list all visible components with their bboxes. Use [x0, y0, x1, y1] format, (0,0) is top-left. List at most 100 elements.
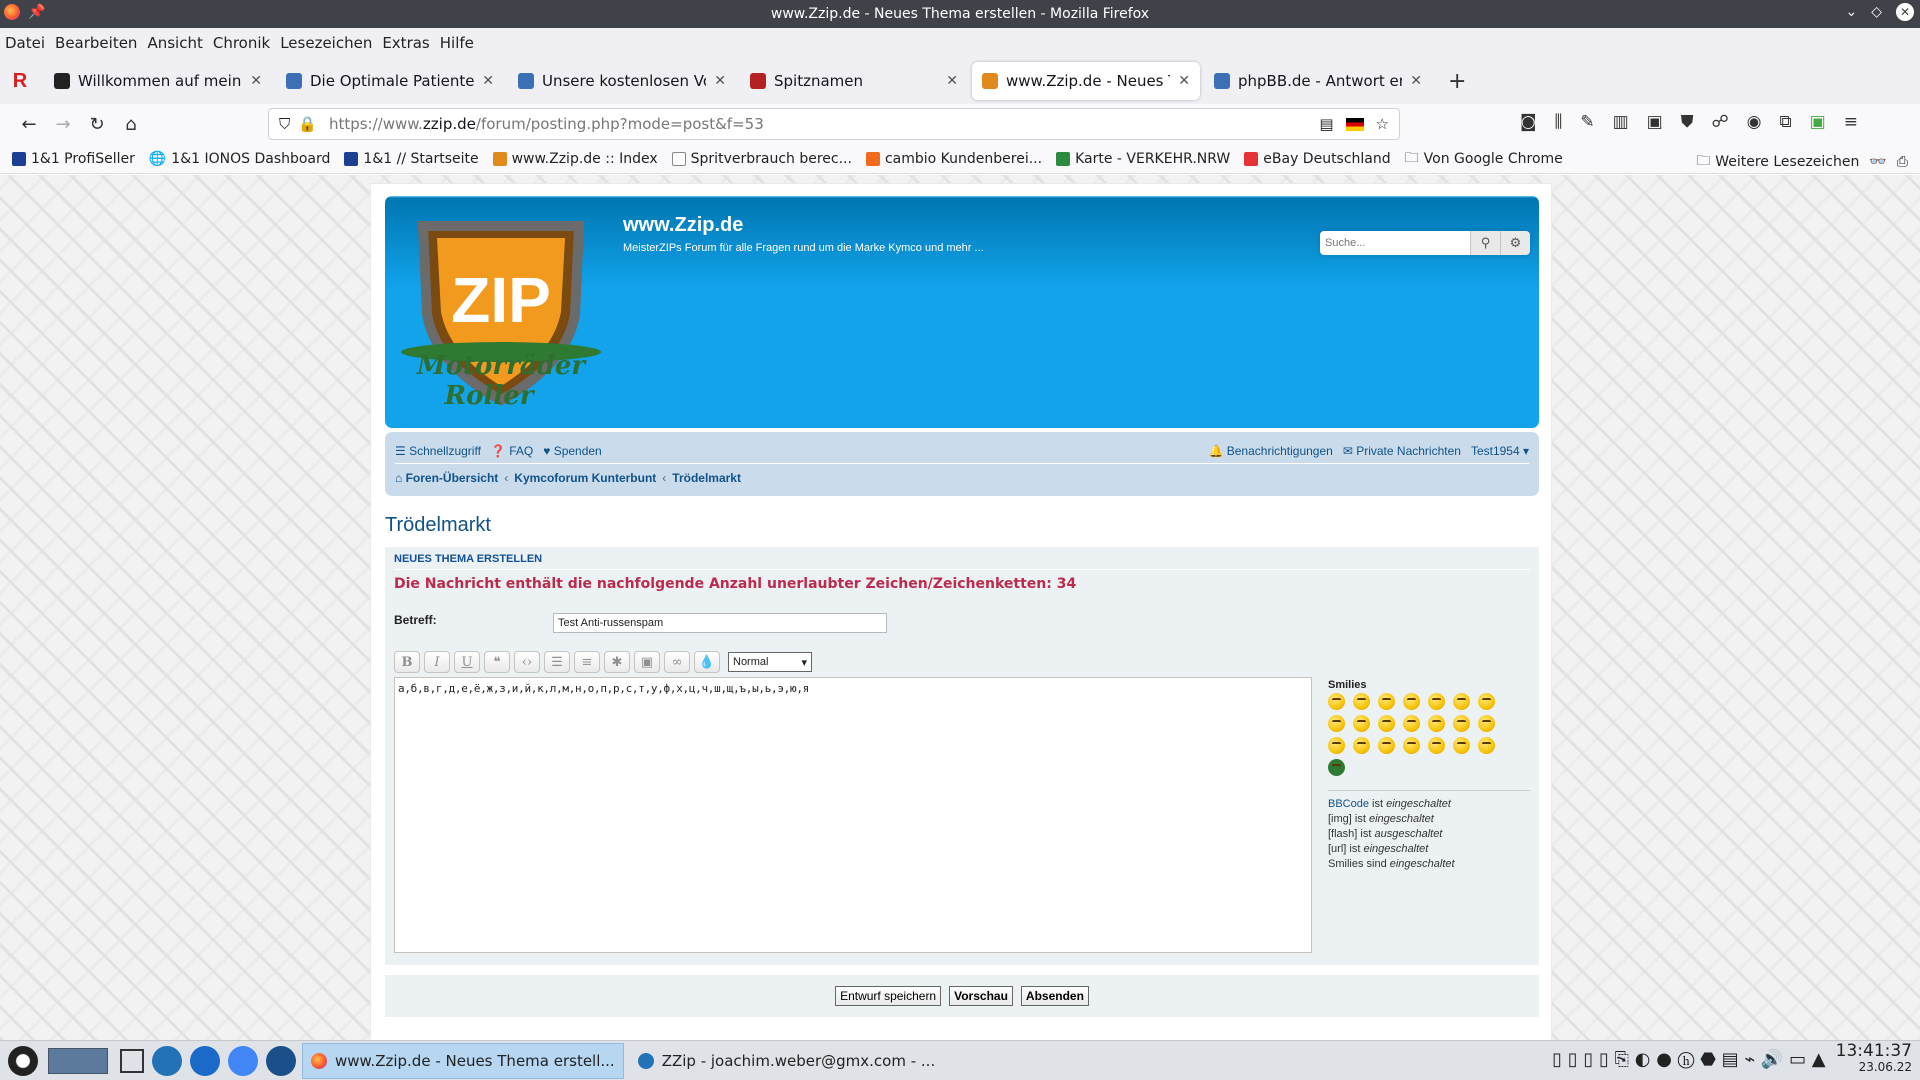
menu-lesezeichen[interactable]: Lesezeichen — [280, 34, 372, 52]
bookmark-star-icon[interactable]: ☆ — [1376, 115, 1389, 133]
url-bar[interactable]: ⛉ 🔒 https://www.zzip.de/forum/posting.ph… — [268, 108, 1400, 140]
bookmark-item[interactable]: 🌐 1&1 IONOS Dashboard — [149, 151, 331, 167]
bookmark-item[interactable]: 1&1 ProfiSeller — [12, 151, 135, 167]
link-button[interactable]: ∞ — [664, 651, 690, 673]
search-icon[interactable]: ⚲ — [1470, 231, 1500, 255]
save-draft-button[interactable]: Entwurf speichern — [835, 986, 942, 1006]
quick-links-menu[interactable]: ☰ Schnellzugriff — [395, 444, 481, 458]
extension-badge-icon[interactable]: ▣ — [1810, 112, 1826, 132]
submit-button[interactable]: Absenden — [1020, 986, 1089, 1006]
reader-view-icon[interactable]: ▤ — [1319, 115, 1333, 133]
bookmark-item[interactable]: cambio Kundenberei... — [865, 151, 1042, 167]
tray-icons[interactable]: ▯ ▯ ▯ ▯ ⎘ ◐ ● ⓗ ⬣ ▤ ⌁ 🔊 ▭ ▲ — [1552, 1049, 1825, 1070]
smiley-icon[interactable] — [1378, 715, 1395, 732]
smiley-icon[interactable] — [1403, 693, 1420, 710]
bookmark-item[interactable]: www.Zzip.de :: Index — [492, 151, 658, 167]
tab-close-icon[interactable]: ✕ — [482, 73, 494, 89]
other-bookmarks-folder[interactable]: 🗀 Weitere Lesezeichen — [1696, 150, 1859, 174]
message-textarea[interactable]: а,б,в,г,д,е,ё,ж,з,и,й,к,л,м,н,о,п,р,с,т,… — [394, 677, 1312, 953]
donate-link[interactable]: ♥ Spenden — [543, 444, 602, 458]
tab-5-active[interactable]: www.Zzip.de - Neues The ✕ — [972, 62, 1200, 100]
smiley-icon[interactable] — [1353, 693, 1370, 710]
list-button[interactable]: ☰ — [544, 651, 570, 673]
app-icon[interactable] — [266, 1045, 296, 1076]
chat-icon[interactable] — [190, 1045, 220, 1076]
smiley-icon[interactable] — [1328, 693, 1345, 710]
code-button[interactable]: ‹› — [514, 651, 540, 673]
extension-icon[interactable]: ▣ — [1647, 112, 1663, 132]
tab-close-icon[interactable]: ✕ — [250, 73, 262, 89]
smiley-icon[interactable] — [1328, 759, 1345, 776]
ordered-list-button[interactable]: ≡ — [574, 651, 600, 673]
subject-input[interactable]: Test Anti-russenspam — [553, 613, 887, 633]
menu-datei[interactable]: Datei — [5, 34, 45, 52]
tab-6[interactable]: phpBB.de - Antwort erste ✕ — [1204, 62, 1432, 100]
thunderbird-icon[interactable] — [152, 1045, 182, 1076]
new-tab-icon[interactable]: + — [1448, 69, 1466, 94]
user-menu[interactable]: Test1954 ▾ — [1471, 444, 1529, 458]
extension-icon[interactable]: ✎ — [1580, 112, 1594, 132]
smiley-icon[interactable] — [1353, 715, 1370, 732]
smiley-icon[interactable] — [1328, 737, 1345, 754]
start-menu-icon[interactable] — [8, 1045, 38, 1076]
german-flag-icon[interactable] — [1345, 117, 1364, 131]
extension-icon[interactable]: ⛊ — [1681, 112, 1694, 132]
color-button[interactable]: 💧 — [694, 651, 720, 673]
zip-logo[interactable]: ZIP Motorräder Roller — [393, 204, 609, 426]
menu-chronik[interactable]: Chronik — [213, 34, 270, 52]
close-window-icon[interactable]: ✕ — [1896, 3, 1914, 21]
bold-button[interactable]: B — [394, 651, 420, 673]
tab-2[interactable]: Die Optimale Patientenve ✕ — [276, 62, 504, 100]
extension-icon[interactable]: ◉ — [1747, 112, 1762, 132]
shield-icon[interactable]: ⛉ — [279, 115, 290, 133]
underline-button[interactable]: U — [454, 651, 480, 673]
breadcrumb-home[interactable]: ⌂ Foren-Übersicht — [395, 471, 498, 485]
smiley-icon[interactable] — [1403, 737, 1420, 754]
forward-icon[interactable]: → — [46, 108, 80, 140]
taskbar-app-thunderbird[interactable]: ZZip - joachim.weber@gmx.com - ... — [630, 1043, 944, 1079]
smiley-icon[interactable] — [1403, 715, 1420, 732]
smiley-icon[interactable] — [1353, 737, 1370, 754]
mask-icon[interactable]: 👓 — [1869, 154, 1886, 170]
reload-icon[interactable]: ↻ — [80, 108, 114, 140]
forum-title[interactable]: Trödelmarkt — [385, 514, 1537, 537]
smiley-icon[interactable] — [1428, 715, 1445, 732]
smiley-icon[interactable] — [1453, 693, 1470, 710]
tab-3[interactable]: Unsere kostenlosen Vorsc ✕ — [508, 62, 736, 100]
advanced-search-gear-icon[interactable]: ⚙ — [1500, 231, 1530, 255]
back-icon[interactable]: ← — [12, 108, 46, 140]
private-messages-link[interactable]: ✉ Private Nachrichten — [1343, 444, 1461, 458]
smiley-icon[interactable] — [1428, 737, 1445, 754]
smiley-icon[interactable] — [1478, 715, 1495, 732]
tab-close-icon[interactable]: ✕ — [1410, 73, 1422, 89]
tab-close-icon[interactable]: ✕ — [946, 73, 958, 89]
menu-ansicht[interactable]: Ansicht — [147, 34, 202, 52]
bookmark-item[interactable]: Karte - VERKEHR.NRW — [1056, 151, 1230, 167]
chrome-icon[interactable] — [228, 1045, 258, 1076]
extension-icon[interactable]: ☍ — [1711, 112, 1728, 132]
smiley-icon[interactable] — [1453, 715, 1470, 732]
extensions-puzzle-icon[interactable]: ⧉ — [1780, 112, 1792, 132]
print-icon[interactable]: ⎙ — [1897, 154, 1908, 170]
menu-hilfe[interactable]: Hilfe — [440, 34, 474, 52]
tab-1[interactable]: Willkommen auf meiner H ✕ — [44, 62, 272, 100]
show-desktop-icon[interactable] — [120, 1048, 144, 1073]
smiley-icon[interactable] — [1428, 693, 1445, 710]
minimize-icon[interactable]: ⌄ — [1845, 4, 1857, 20]
extension-icon[interactable]: ▥ — [1613, 112, 1629, 132]
url-text[interactable]: https://www.zzip.de/forum/posting.php?mo… — [329, 115, 764, 133]
faq-link[interactable]: ❓ FAQ — [491, 444, 533, 458]
lock-icon[interactable]: 🔒 — [298, 115, 317, 133]
tab-close-icon[interactable]: ✕ — [714, 73, 726, 89]
tab-4[interactable]: Spitznamen ✕ — [740, 62, 968, 100]
smiley-icon[interactable] — [1328, 715, 1345, 732]
pin-icon[interactable]: 📌 — [28, 4, 45, 20]
search-input[interactable] — [1320, 231, 1470, 255]
bookmark-item[interactable]: eBay Deutschland — [1244, 151, 1391, 167]
menu-extras[interactable]: Extras — [382, 34, 429, 52]
image-button[interactable]: ▣ — [634, 651, 660, 673]
smiley-icon[interactable] — [1478, 737, 1495, 754]
r-extension-icon[interactable]: R — [0, 70, 40, 93]
font-size-select[interactable]: Normal ▾ — [728, 652, 812, 672]
bbcode-help-link[interactable]: BBCode — [1328, 798, 1369, 810]
